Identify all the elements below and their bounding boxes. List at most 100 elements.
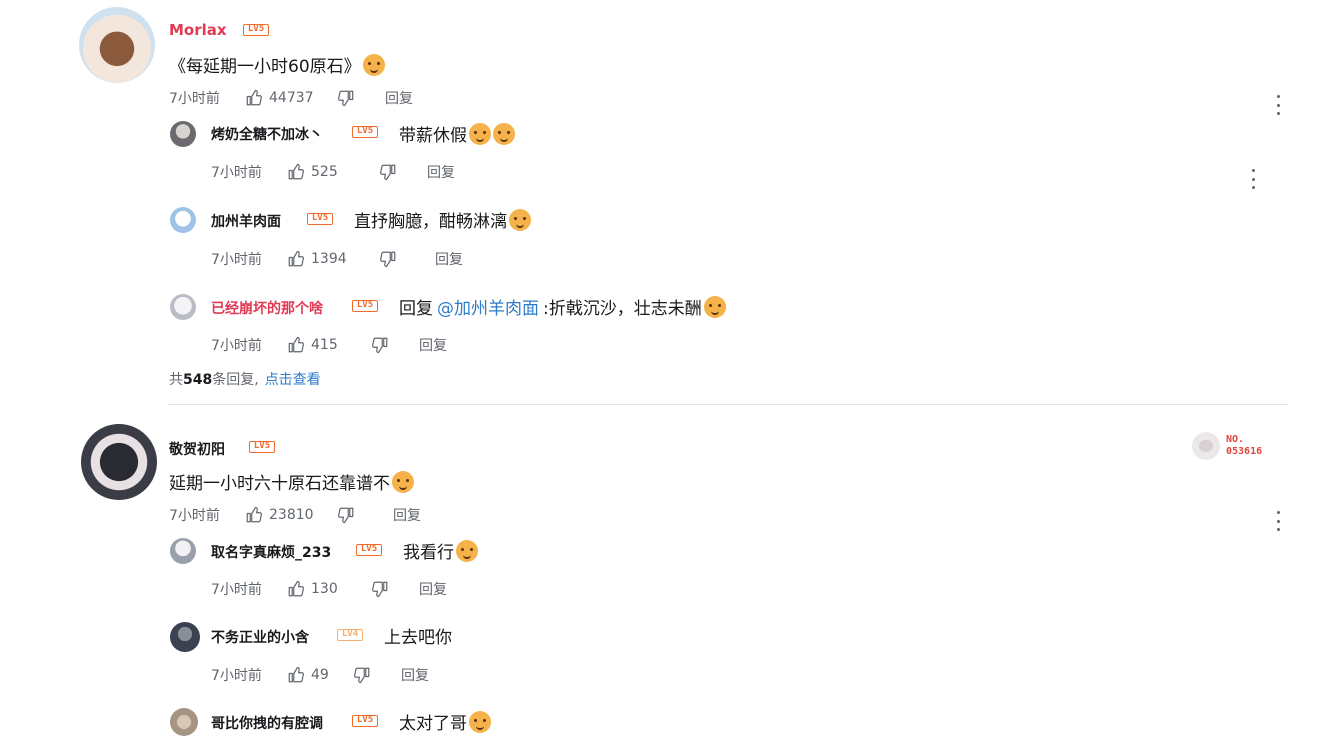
reply-button[interactable]: 回复 (401, 665, 429, 685)
dislike-button[interactable] (353, 666, 401, 684)
reply-meta: 7小时前 1394 回复 (211, 249, 463, 269)
reply-text-body: 上去吧你 (384, 628, 452, 648)
reply-meta: 7小时前 415 回复 (211, 335, 447, 355)
avatar[interactable] (170, 294, 196, 320)
like-button[interactable]: 23810 (245, 506, 337, 524)
avatar[interactable] (81, 424, 157, 500)
reply-total-count: 548 (183, 372, 213, 388)
view-all-replies-link[interactable]: 点击查看 (265, 372, 321, 388)
thumb-down-icon (380, 251, 396, 268)
thumb-down-icon (380, 164, 396, 181)
smile-emoji-icon (469, 122, 491, 145)
avatar[interactable] (170, 538, 196, 564)
reply-button[interactable]: 回复 (393, 505, 421, 525)
reply-meta: 7小时前 130 回复 (211, 579, 447, 599)
thumb-up-icon (288, 580, 304, 597)
like-count: 415 (311, 337, 338, 353)
reply-username[interactable]: 哥比你拽的有腔调 (211, 713, 323, 733)
thumb-up-icon (288, 250, 304, 267)
like-button[interactable]: 525 (287, 163, 379, 181)
timestamp: 7小时前 (211, 668, 262, 684)
like-button[interactable]: 130 (287, 580, 371, 598)
thumb-up-icon (246, 506, 262, 523)
reply-button[interactable]: 回复 (419, 579, 447, 599)
level-badge: LV5 (352, 300, 378, 312)
reply-text: 回复 @加州羊肉面 :折戟沉沙，壮志未酬 (399, 294, 726, 319)
reply-username[interactable]: 不务正业的小含 (211, 627, 309, 647)
thumb-down-icon (354, 667, 370, 684)
reply-button[interactable]: 回复 (419, 335, 447, 355)
comment-text: 《每延期一小时60原石》 (169, 52, 385, 77)
avatar[interactable] (170, 121, 196, 147)
avatar[interactable] (170, 622, 200, 652)
thumb-up-icon (288, 163, 304, 180)
reply-text-body: 我看行 (403, 543, 454, 563)
thumb-up-icon (246, 89, 262, 106)
level-badge: LV4 (337, 629, 363, 641)
comment-text-body: 《每延期一小时60原石》 (169, 57, 361, 77)
fan-badge: NO. 053616 (1192, 432, 1262, 460)
reply-text: 太对了哥 (399, 709, 491, 734)
like-count: 1394 (311, 251, 347, 267)
like-button[interactable]: 44737 (245, 89, 337, 107)
username[interactable]: Morlax (169, 21, 227, 39)
reply-prefix: 回复 (399, 299, 433, 319)
smile-emoji-icon (509, 208, 531, 231)
reply-username[interactable]: 加州羊肉面 (211, 211, 281, 231)
thumb-down-icon (372, 581, 388, 598)
dislike-button[interactable] (337, 89, 385, 107)
timestamp: 7小时前 (169, 508, 220, 524)
reply-text-body: :折戟沉沙，壮志未酬 (543, 299, 702, 319)
reply-text: 上去吧你 (384, 623, 452, 648)
like-button[interactable]: 49 (287, 666, 353, 684)
dislike-button[interactable] (371, 336, 419, 354)
dislike-button[interactable] (337, 506, 393, 524)
like-count: 44737 (269, 90, 314, 106)
reply-username[interactable]: 取名字真麻烦_233 (211, 542, 331, 562)
smile-emoji-icon (703, 295, 726, 318)
timestamp: 7小时前 (211, 338, 262, 354)
fan-badge-icon (1192, 432, 1220, 460)
level-badge: LV5 (352, 126, 378, 138)
like-button[interactable]: 415 (287, 336, 371, 354)
level-badge: LV5 (352, 715, 378, 727)
smile-emoji-icon (456, 539, 478, 562)
avatar[interactable] (170, 708, 198, 736)
comment-text: 延期一小时六十原石还靠谱不 (169, 469, 414, 494)
smile-emoji-icon (493, 122, 515, 145)
dislike-button[interactable] (371, 580, 419, 598)
dislike-button[interactable] (379, 163, 427, 181)
fan-badge-line2: 053616 (1226, 446, 1263, 457)
reply-button[interactable]: 回复 (427, 162, 455, 182)
more-vertical-icon[interactable] (1275, 95, 1281, 115)
like-count: 23810 (269, 507, 314, 523)
reply-button[interactable]: 回复 (435, 249, 463, 269)
thumb-up-icon (288, 666, 304, 683)
smile-emoji-icon (469, 710, 491, 733)
timestamp: 7小时前 (169, 91, 220, 107)
level-badge: LV5 (307, 213, 333, 225)
reply-username[interactable]: 烤奶全糖不加冰丶 (211, 124, 323, 144)
level-badge: LV5 (243, 24, 269, 36)
timestamp: 7小时前 (211, 252, 262, 268)
username[interactable]: 敬贺初阳 (169, 439, 225, 459)
reply-button[interactable]: 回复 (385, 88, 413, 108)
reply-username[interactable]: 已经崩坏的那个啥 (211, 298, 323, 318)
reply-text-body: 带薪休假 (399, 126, 467, 146)
comment-meta: 7小时前 23810 回复 (169, 505, 421, 525)
more-vertical-icon[interactable] (1250, 169, 1256, 189)
fan-badge-number: NO. 053616 (1226, 434, 1262, 458)
smile-emoji-icon (362, 53, 385, 76)
dislike-button[interactable] (379, 250, 435, 268)
like-count: 525 (311, 164, 338, 180)
reply-text-body: 太对了哥 (399, 714, 467, 734)
like-button[interactable]: 1394 (287, 250, 379, 268)
more-vertical-icon[interactable] (1275, 511, 1281, 531)
avatar[interactable] (79, 7, 155, 83)
like-count: 49 (311, 667, 329, 683)
timestamp: 7小时前 (211, 165, 262, 181)
avatar[interactable] (170, 207, 196, 233)
reply-text-body: 直抒胸臆，酣畅淋漓 (354, 212, 507, 232)
comment-meta: 7小时前 44737 回复 (169, 88, 413, 108)
mention-link[interactable]: @加州羊肉面 (437, 294, 539, 319)
